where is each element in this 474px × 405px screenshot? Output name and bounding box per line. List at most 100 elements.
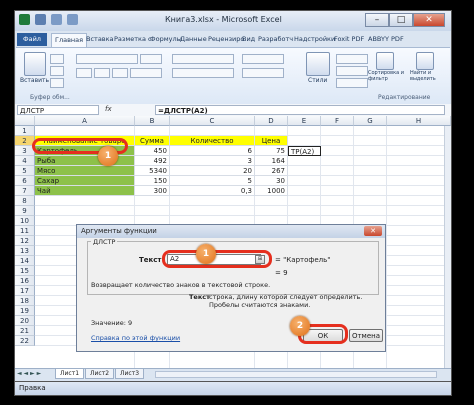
row-header[interactable]: 7 xyxy=(15,186,35,196)
maximize-button[interactable]: □ xyxy=(389,13,413,27)
column-header-c[interactable]: C xyxy=(170,116,255,126)
table-cell[interactable]: Рыба xyxy=(35,156,135,166)
table-cell[interactable]: Мясо xyxy=(35,166,135,176)
italic-button[interactable] xyxy=(94,68,110,78)
header-cell-sum[interactable]: Сумма xyxy=(135,136,170,146)
table-cell[interactable]: 20 xyxy=(170,166,255,176)
redo-icon[interactable] xyxy=(67,14,78,25)
table-cell[interactable]: 450 xyxy=(135,146,170,156)
row-header[interactable]: 19 xyxy=(15,306,35,316)
font-size-select[interactable] xyxy=(140,54,162,64)
table-cell[interactable]: 150 xyxy=(135,176,170,186)
fill-color-button[interactable] xyxy=(130,68,162,78)
row-header[interactable]: 11 xyxy=(15,226,35,236)
copy-icon[interactable] xyxy=(50,66,64,76)
row-header[interactable]: 5 xyxy=(15,166,35,176)
table-cell[interactable]: Сахар xyxy=(35,176,135,186)
sheet-tab-3[interactable]: Лист3 xyxy=(115,369,145,379)
column-header-d[interactable]: D xyxy=(255,116,288,126)
step-marker-2-ok: 2 xyxy=(290,316,310,336)
row-header[interactable]: 9 xyxy=(15,206,35,216)
row-header[interactable]: 1 xyxy=(15,126,35,136)
column-header-b[interactable]: B xyxy=(135,116,170,126)
table-cell[interactable]: 6 xyxy=(170,146,255,156)
sheet-tab-1[interactable]: Лист1 xyxy=(55,369,85,379)
number-format-select[interactable] xyxy=(242,54,284,64)
tab-foxit-pdf[interactable]: Foxit PDF xyxy=(331,33,367,46)
sheet-tabs-bar: ◄ ◄ ► ► Лист1 Лист2 Лист3 xyxy=(15,368,451,379)
tab-file[interactable]: Файл xyxy=(17,33,47,46)
ribbon-home: Вставить Буфер обм... Стили Сортировка и… xyxy=(16,47,450,105)
tab-developer[interactable]: Разработч xyxy=(255,33,296,46)
minimize-button[interactable]: – xyxy=(365,13,389,27)
row-header[interactable]: 8 xyxy=(15,196,35,206)
row-header[interactable]: 6 xyxy=(15,176,35,186)
table-cell[interactable]: 30 xyxy=(255,176,288,186)
save-icon[interactable] xyxy=(35,14,46,25)
table-cell[interactable]: 492 xyxy=(135,156,170,166)
column-header-g[interactable]: G xyxy=(354,116,387,126)
row-header[interactable]: 13 xyxy=(15,246,35,256)
table-cell[interactable]: 5340 xyxy=(135,166,170,176)
row-header[interactable]: 12 xyxy=(15,236,35,246)
bold-button[interactable] xyxy=(76,68,92,78)
cut-icon[interactable] xyxy=(50,54,64,64)
table-cell[interactable]: Чай xyxy=(35,186,135,196)
table-cell[interactable]: 5 xyxy=(170,176,255,186)
row-header[interactable]: 10 xyxy=(15,216,35,226)
delete-cells-button[interactable] xyxy=(336,66,368,76)
row-header[interactable]: 17 xyxy=(15,286,35,296)
horizontal-scrollbar[interactable] xyxy=(155,371,437,378)
formula-input[interactable]: =ДЛСТР(A2) xyxy=(155,105,445,115)
table-cell[interactable]: 3 xyxy=(170,156,255,166)
row-header[interactable]: 15 xyxy=(15,266,35,276)
table-cell[interactable]: 300 xyxy=(135,186,170,196)
find-select-icon[interactable] xyxy=(416,52,434,70)
table-cell[interactable]: 267 xyxy=(255,166,288,176)
row-header[interactable]: 21 xyxy=(15,326,35,336)
indent-buttons[interactable] xyxy=(172,68,234,78)
insert-cells-button[interactable] xyxy=(336,54,368,64)
tab-abbyy-pdf[interactable]: ABBYY PDF xyxy=(365,33,407,46)
header-cell-qty[interactable]: Количество xyxy=(170,136,255,146)
close-button[interactable]: ✕ xyxy=(413,13,445,27)
paste-icon[interactable] xyxy=(24,52,46,76)
vertical-scrollbar[interactable] xyxy=(444,126,451,368)
format-painter-icon[interactable] xyxy=(50,78,64,88)
table-cell[interactable]: 0,3 xyxy=(170,186,255,196)
arg-desc-label: Текст xyxy=(189,293,210,301)
find-select-label: Найти и выделить xyxy=(410,70,436,82)
name-box[interactable]: ДЛСТР xyxy=(17,105,99,115)
format-cells-button[interactable] xyxy=(336,78,368,88)
row-header[interactable]: 18 xyxy=(15,296,35,306)
column-header-h[interactable]: H xyxy=(387,116,451,126)
styles-icon[interactable] xyxy=(306,52,330,76)
fx-icon[interactable]: fx xyxy=(105,105,112,113)
row-header[interactable]: 20 xyxy=(15,316,35,326)
number-format-buttons[interactable] xyxy=(242,68,284,78)
table-cell[interactable]: 1000 xyxy=(255,186,288,196)
font-name-select[interactable] xyxy=(76,54,138,64)
dialog-close-button[interactable]: ✕ xyxy=(364,226,382,236)
underline-button[interactable] xyxy=(112,68,128,78)
alignment-buttons[interactable] xyxy=(172,54,234,64)
table-cell[interactable]: 75 xyxy=(255,146,288,156)
help-link[interactable]: Справка по этой функции xyxy=(91,334,180,342)
column-header-a[interactable]: A xyxy=(35,116,135,126)
row-header[interactable]: 4 xyxy=(15,156,35,166)
cell-e2-active[interactable]: ТР(A2) xyxy=(288,146,321,156)
column-header-f[interactable]: F xyxy=(321,116,354,126)
row-header[interactable]: 22 xyxy=(15,336,35,346)
cancel-button[interactable]: Отмена xyxy=(349,329,383,342)
sheet-tab-2[interactable]: Лист2 xyxy=(85,369,115,379)
sheet-nav-arrows-icon[interactable]: ◄ ◄ ► ► xyxy=(17,370,51,377)
row-header[interactable]: 16 xyxy=(15,276,35,286)
undo-icon[interactable] xyxy=(51,14,62,25)
select-all-corner[interactable] xyxy=(15,116,35,126)
sort-filter-icon[interactable] xyxy=(376,52,394,70)
row-header[interactable]: 14 xyxy=(15,256,35,266)
table-cell[interactable]: 164 xyxy=(255,156,288,166)
header-cell-price[interactable]: Цена xyxy=(255,136,288,146)
column-header-e[interactable]: E xyxy=(288,116,321,126)
tab-home[interactable]: Главная xyxy=(51,33,88,47)
